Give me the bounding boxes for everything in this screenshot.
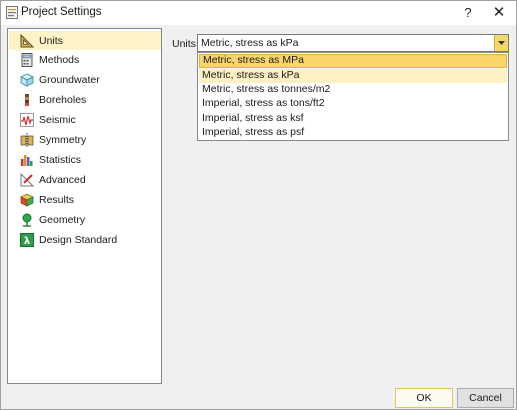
geometry-icon <box>20 213 34 227</box>
nav-item-advanced[interactable]: Advanced <box>9 170 161 189</box>
advanced-pencil-icon <box>20 172 35 187</box>
nav-item-label: Groundwater <box>39 73 100 86</box>
seismic-wave-icon <box>20 112 34 127</box>
nav-item-label: Results <box>39 193 75 206</box>
svg-text:λ: λ <box>24 236 31 247</box>
histogram-icon <box>20 153 34 167</box>
ok-button[interactable]: OK <box>395 388 453 408</box>
nav-item-label: Symmetry <box>39 133 87 146</box>
borehole-icon <box>20 93 34 107</box>
nav-item-groundwater[interactable]: Groundwater <box>9 70 161 89</box>
nav-item-statistics[interactable]: Statistics <box>9 150 161 169</box>
title-bar: Project Settings ? ✕ <box>1 1 516 25</box>
units-selected-value: Metric, stress as kPa <box>201 37 299 49</box>
units-option-metric-mpa[interactable]: Metric, stress as MPa <box>199 54 507 68</box>
units-option-imperial-ksf[interactable]: Imperial, stress as ksf <box>199 112 507 126</box>
help-button[interactable]: ? <box>458 4 478 22</box>
nav-item-label: Boreholes <box>39 93 87 106</box>
nav-item-label: Methods <box>39 53 80 66</box>
nav-item-geometry[interactable]: Geometry <box>9 210 161 229</box>
nav-item-label: Design Standard <box>39 233 118 246</box>
nav-item-symmetry[interactable]: Symmetry <box>9 130 161 149</box>
project-settings-dialog: Project Settings ? ✕ Units Methods Groun… <box>0 0 517 410</box>
nav-item-label: Seismic <box>39 113 76 126</box>
nav-item-seismic[interactable]: Seismic <box>9 110 161 129</box>
units-option-metric-tonnes[interactable]: Metric, stress as tonnes/m2 <box>199 83 507 97</box>
lambda-icon: λ <box>20 232 34 247</box>
settings-nav-list: Units Methods Groundwater Boreholes Seis… <box>7 28 162 384</box>
close-button[interactable]: ✕ <box>489 4 509 22</box>
units-option-imperial-tons[interactable]: Imperial, stress as tons/ft2 <box>199 97 507 111</box>
ruler-triangle-icon <box>20 33 35 48</box>
results-cube-icon <box>20 193 34 207</box>
dropdown-arrow-button[interactable] <box>494 35 508 51</box>
calculator-icon <box>20 52 34 67</box>
nav-item-label: Geometry <box>39 213 86 226</box>
chevron-down-icon <box>498 41 505 45</box>
app-icon <box>6 6 18 19</box>
nav-item-units[interactable]: Units <box>9 31 161 50</box>
nav-item-boreholes[interactable]: Boreholes <box>9 90 161 109</box>
nav-item-label: Units <box>39 34 63 47</box>
units-dropdown-list: Metric, stress as MPa Metric, stress as … <box>197 52 509 141</box>
units-combobox[interactable]: Metric, stress as kPa <box>197 34 509 52</box>
units-option-metric-kpa[interactable]: Metric, stress as kPa <box>199 69 507 83</box>
nav-item-methods[interactable]: Methods <box>9 50 161 69</box>
nav-item-label: Statistics <box>39 153 82 166</box>
window-title: Project Settings <box>21 6 102 18</box>
nav-item-results[interactable]: Results <box>9 190 161 209</box>
units-label: Units: <box>172 38 199 50</box>
cancel-button[interactable]: Cancel <box>457 388 514 408</box>
water-cube-icon <box>19 72 35 87</box>
nav-item-label: Advanced <box>39 173 86 186</box>
units-option-imperial-psf[interactable]: Imperial, stress as psf <box>199 126 507 140</box>
nav-item-design-standard[interactable]: λ Design Standard <box>9 230 161 249</box>
symmetry-icon <box>20 132 34 147</box>
